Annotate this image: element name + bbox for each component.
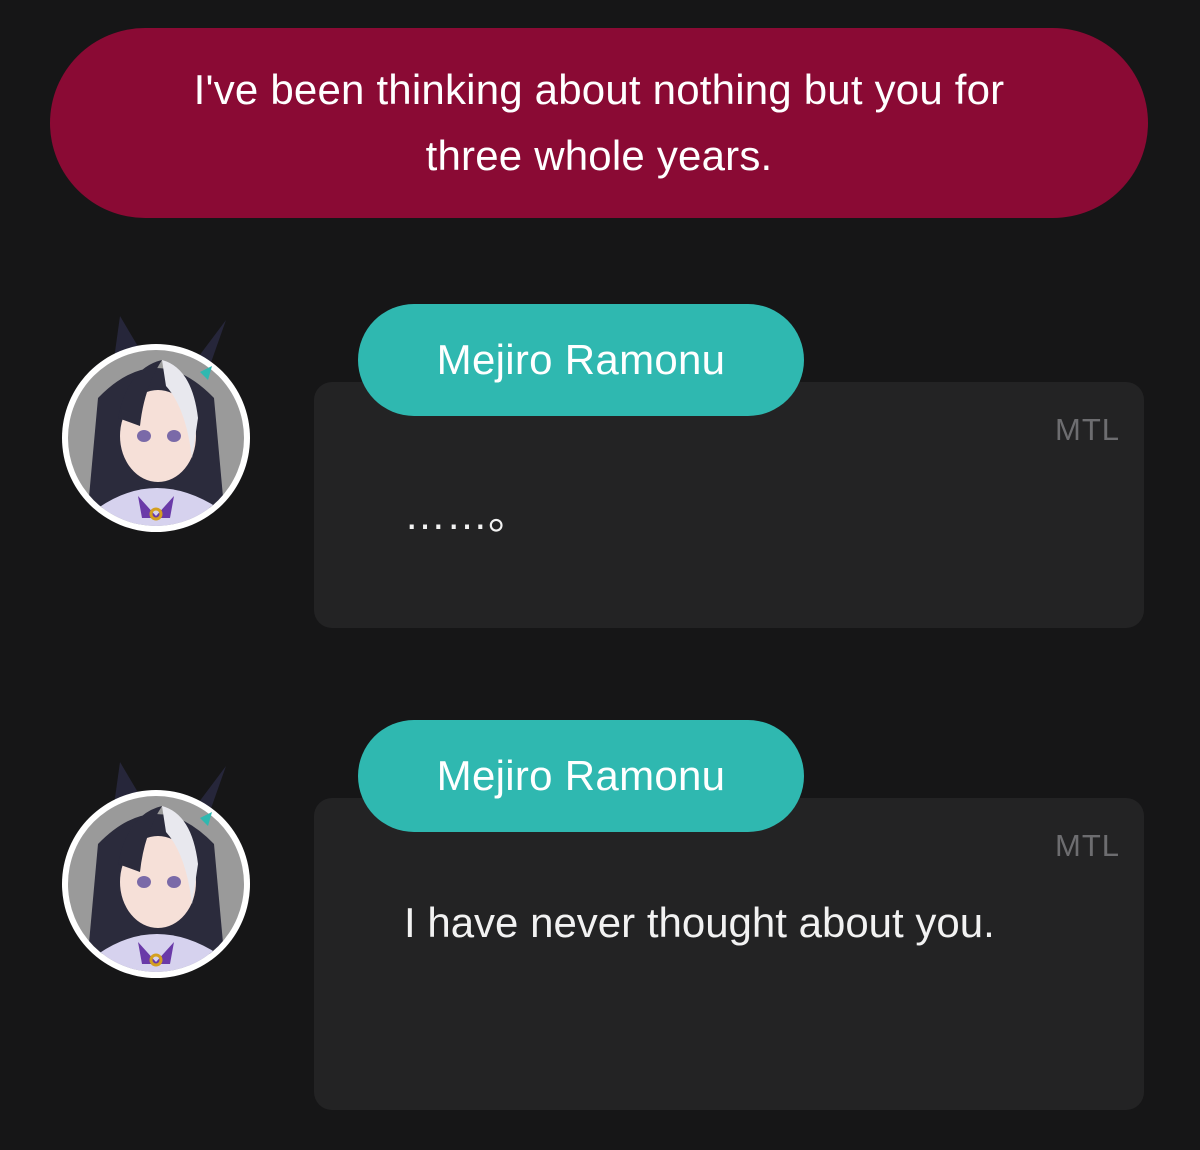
chat-screen: I've been thinking about nothing but you…	[0, 0, 1200, 1150]
mtl-badge: MTL	[1055, 828, 1120, 863]
message-box: MTL ……。	[314, 382, 1144, 628]
message-text: I have never thought about you.	[404, 899, 995, 946]
player-choice-text: I've been thinking about nothing but you…	[193, 66, 1005, 179]
player-choice-bubble[interactable]: I've been thinking about nothing but you…	[50, 28, 1148, 218]
speaker-name-pill: Mejiro Ramonu	[358, 304, 804, 416]
speaker-name: Mejiro Ramonu	[436, 336, 726, 383]
character-avatar-icon	[62, 316, 250, 532]
character-avatar-icon	[62, 762, 250, 978]
speaker-name-pill: Mejiro Ramonu	[358, 720, 804, 832]
chat-message: MTL ……。 Mejiro Ramonu	[0, 300, 1200, 630]
message-text: ……。	[404, 491, 531, 538]
mtl-badge: MTL	[1055, 412, 1120, 447]
chat-message: MTL I have never thought about you. Meji…	[0, 716, 1200, 1116]
speaker-name: Mejiro Ramonu	[436, 752, 726, 799]
message-box: MTL I have never thought about you.	[314, 798, 1144, 1110]
